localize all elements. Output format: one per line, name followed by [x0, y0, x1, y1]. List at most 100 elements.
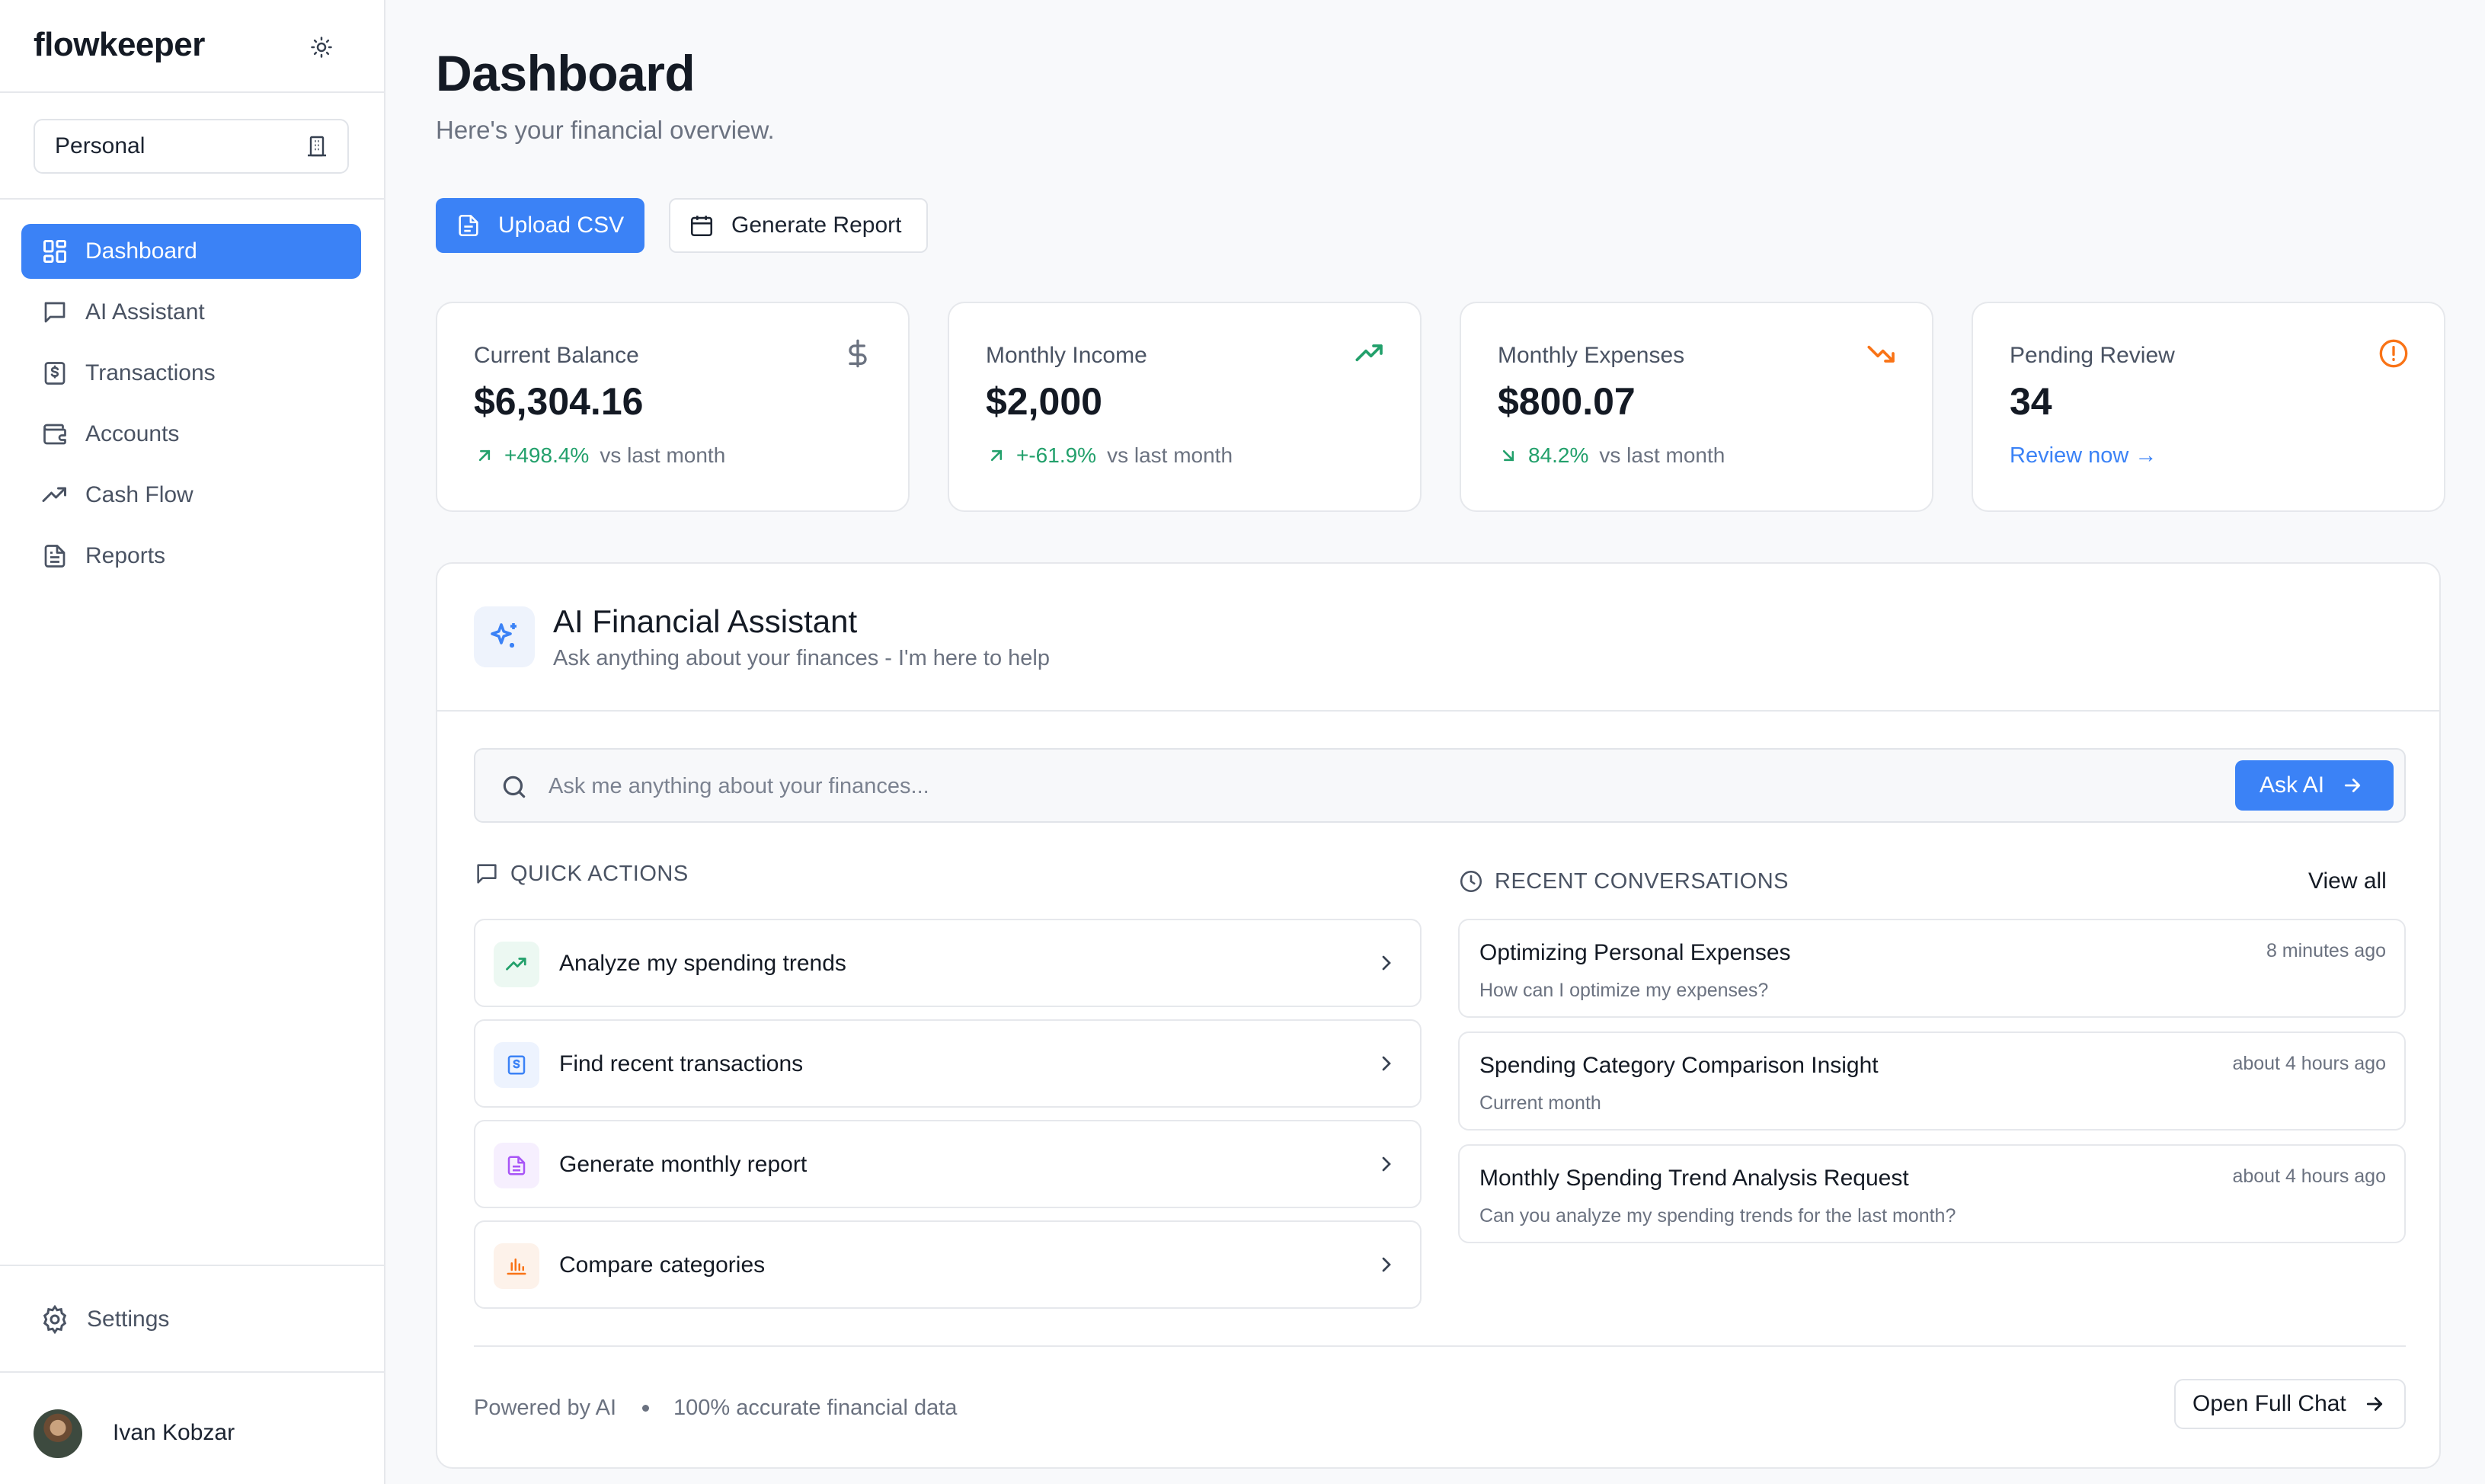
- trend-down-icon: [1867, 345, 1895, 363]
- ai-footer-note: Powered by AI 100% accurate financial da…: [474, 1396, 957, 1421]
- quick-action-label: Analyze my spending trends: [559, 951, 846, 976]
- stat-card-pending-review: Pending Review 34 Review now →: [1972, 302, 2445, 512]
- receipt-dollar-icon: [44, 362, 66, 385]
- conversation-time: 8 minutes ago: [2266, 940, 2386, 961]
- stat-change-caption: vs last month: [1107, 443, 1233, 467]
- arrow-up-right-icon: [478, 449, 491, 462]
- upload-csv-button[interactable]: Upload CSV: [436, 198, 644, 253]
- stat-value: 34: [2010, 380, 2052, 423]
- conversation-title: Monthly Spending Trend Analysis Request: [1479, 1166, 1909, 1191]
- sidebar-item-label: Settings: [87, 1306, 170, 1332]
- wallet-icon: [43, 424, 66, 445]
- quick-action-icon: [494, 942, 539, 987]
- stat-label: Pending Review: [2010, 343, 2175, 368]
- stat-label: Current Balance: [474, 343, 639, 368]
- sidebar-item-ai-assistant[interactable]: AI Assistant: [21, 285, 361, 340]
- conversation-title: Optimizing Personal Expenses: [1479, 940, 1791, 965]
- sidebar-item-settings[interactable]: Settings: [40, 1304, 169, 1335]
- sidebar-item-label: Accounts: [85, 421, 180, 446]
- generate-report-button[interactable]: Generate Report: [669, 198, 928, 253]
- ai-badge: [474, 606, 535, 667]
- arrow-down-right-icon: [1502, 449, 1514, 462]
- sidebar-item-accounts[interactable]: Accounts: [21, 407, 361, 462]
- ai-footer-divider: [474, 1345, 2406, 1347]
- ask-ai-bar: Ask AI: [474, 748, 2406, 823]
- stat-card-current-balance: Current Balance $6,304.16 +498.4% vs las…: [436, 302, 910, 512]
- quick-action-analyze-spending[interactable]: Analyze my spending trends: [474, 919, 1422, 1007]
- settings-row: Settings: [0, 1265, 384, 1371]
- sidebar-item-label: Cash Flow: [85, 482, 193, 507]
- conversation-time: about 4 hours ago: [2232, 1166, 2386, 1187]
- conversation-preview: How can I optimize my expenses?: [1479, 980, 1769, 1001]
- conversation-item[interactable]: Spending Category Comparison Insight Cur…: [1458, 1031, 2406, 1131]
- sidebar-item-transactions[interactable]: Transactions: [21, 346, 361, 401]
- ask-ai-button[interactable]: Ask AI: [2235, 760, 2394, 811]
- calendar-icon: [690, 216, 713, 237]
- conversation-preview: Can you analyze my spending trends for t…: [1479, 1205, 1956, 1227]
- document-icon: [507, 1156, 526, 1175]
- chevron-right-icon: [1382, 955, 1391, 971]
- bar-chart-icon: [507, 1259, 526, 1275]
- stat-change-percent: +-61.9%: [1016, 443, 1097, 467]
- quick-action-label: Find recent transactions: [559, 1051, 804, 1076]
- workspace-select[interactable]: Personal: [34, 119, 349, 174]
- document-icon: [44, 545, 66, 568]
- file-icon: [459, 214, 478, 237]
- theme-toggle-button[interactable]: [305, 30, 338, 64]
- sparkles-icon: [491, 623, 517, 648]
- search-icon: [503, 776, 526, 798]
- building-icon: [308, 136, 326, 157]
- sidebar-item-dashboard[interactable]: Dashboard: [21, 224, 361, 279]
- sidebar-item-label: Reports: [85, 543, 166, 568]
- accuracy-note-text: 100% accurate financial data: [673, 1396, 958, 1420]
- review-now-link[interactable]: Review now →: [2010, 443, 2157, 469]
- conversation-title: Spending Category Comparison Insight: [1479, 1053, 1879, 1078]
- stat-card-monthly-income: Monthly Income $2,000 +-61.9% vs last mo…: [948, 302, 1422, 512]
- stat-change: +498.4% vs last month: [474, 443, 725, 468]
- avatar[interactable]: [34, 1409, 82, 1458]
- conversation-item[interactable]: Optimizing Personal Expenses How can I o…: [1458, 919, 2406, 1018]
- workspace-label: Personal: [55, 133, 146, 158]
- main-content: Dashboard Here's your financial overview…: [385, 0, 2485, 1484]
- brand-row: flowkeeper: [0, 0, 384, 93]
- ai-assistant-title: AI Financial Assistant: [553, 603, 858, 639]
- sidebar-item-reports[interactable]: Reports: [21, 529, 361, 584]
- stat-change: 84.2% vs last month: [1498, 443, 1725, 468]
- quick-action-label: Generate monthly report: [559, 1152, 808, 1177]
- stat-change: +-61.9% vs last month: [986, 443, 1233, 468]
- ask-ai-label: Ask AI: [2260, 772, 2325, 798]
- sidebar-item-cash-flow[interactable]: Cash Flow: [21, 468, 361, 523]
- stat-value: $6,304.16: [474, 380, 644, 423]
- sidebar: flowkeeper Personal Dashboard AI Assista…: [0, 0, 385, 1484]
- chevron-right-icon: [1382, 1257, 1391, 1272]
- sidebar-nav: Dashboard AI Assistant Transactions Acco…: [21, 224, 361, 590]
- user-name: Ivan Kobzar: [113, 1420, 235, 1445]
- workspace-row: Personal: [0, 93, 384, 200]
- quick-action-find-transactions[interactable]: Find recent transactions: [474, 1019, 1422, 1108]
- sidebar-item-label: AI Assistant: [85, 299, 205, 325]
- quick-action-compare-categories[interactable]: Compare categories: [474, 1220, 1422, 1309]
- open-full-chat-label: Open Full Chat: [2192, 1391, 2346, 1416]
- trend-up-icon: [1355, 344, 1383, 362]
- chevron-right-icon: [1382, 1056, 1391, 1071]
- user-profile[interactable]: Ivan Kobzar: [0, 1371, 384, 1484]
- clock-icon: [1460, 870, 1482, 893]
- stat-label: Monthly Expenses: [1498, 343, 1685, 368]
- quick-action-generate-report[interactable]: Generate monthly report: [474, 1120, 1422, 1208]
- chat-bubble-icon: [44, 302, 66, 323]
- page-title: Dashboard: [436, 45, 696, 101]
- stat-change-percent: 84.2%: [1528, 443, 1589, 467]
- quick-actions-label: QUICK ACTIONS: [510, 861, 689, 886]
- conversation-item[interactable]: Monthly Spending Trend Analysis Request …: [1458, 1144, 2406, 1243]
- arrow-right-icon: [2344, 779, 2361, 792]
- quick-actions-heading: QUICK ACTIONS: [474, 861, 689, 887]
- app-logo[interactable]: flowkeeper: [34, 26, 205, 64]
- stat-value: $800.07: [1498, 380, 1636, 423]
- open-full-chat-button[interactable]: Open Full Chat: [2174, 1379, 2406, 1429]
- view-all-link[interactable]: View all: [2308, 868, 2387, 894]
- quick-action-label: Compare categories: [559, 1252, 766, 1278]
- recent-conversations-label: RECENT CONVERSATIONS: [1495, 868, 1789, 894]
- ask-ai-input[interactable]: [548, 766, 2148, 806]
- page-subtitle: Here's your financial overview.: [436, 116, 775, 144]
- stat-change-caption: vs last month: [600, 443, 726, 467]
